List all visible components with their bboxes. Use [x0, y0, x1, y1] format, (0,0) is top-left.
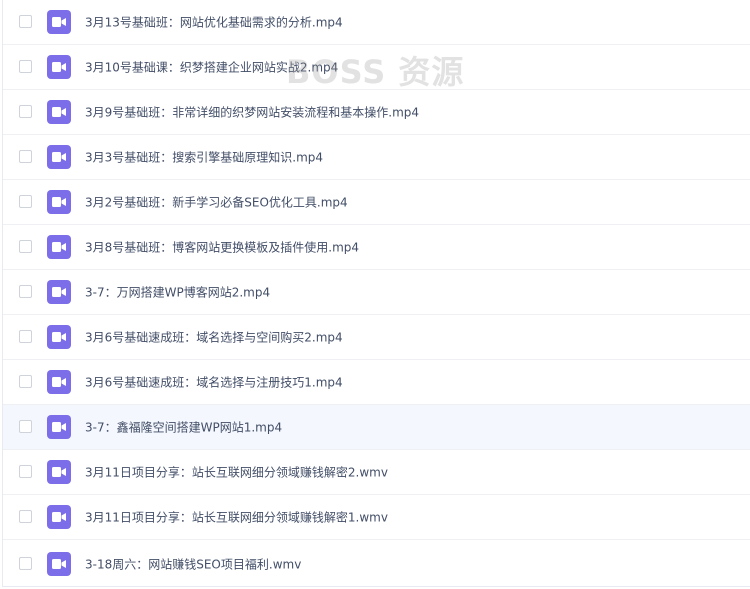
video-file-icon: [47, 10, 71, 34]
file-row[interactable]: 3月11日项目分享：站长互联网细分领域赚钱解密2.wmv: [3, 450, 750, 495]
file-name[interactable]: 3月11日项目分享：站长互联网细分领域赚钱解密1.wmv: [85, 509, 388, 526]
file-name[interactable]: 3-18周六：网站赚钱SEO项目福利.wmv: [85, 555, 301, 572]
video-file-icon: [47, 190, 71, 214]
row-checkbox[interactable]: [19, 195, 32, 208]
row-checkbox[interactable]: [19, 465, 32, 478]
file-name[interactable]: 3月10号基础课：织梦搭建企业网站实战2.mp4: [85, 59, 338, 76]
video-file-icon: [47, 370, 71, 394]
file-name[interactable]: 3-7：鑫福隆空间搭建WP网站1.mp4: [85, 419, 282, 436]
row-checkbox[interactable]: [19, 150, 32, 163]
file-name[interactable]: 3-7：万网搭建WP博客网站2.mp4: [85, 284, 270, 301]
row-checkbox[interactable]: [19, 556, 32, 570]
file-name[interactable]: 3月11日项目分享：站长互联网细分领域赚钱解密2.wmv: [85, 464, 388, 481]
file-name[interactable]: 3月3号基础班：搜索引擎基础原理知识.mp4: [85, 149, 323, 166]
row-checkbox[interactable]: [19, 510, 32, 523]
video-file-icon: [47, 100, 71, 124]
row-checkbox[interactable]: [19, 240, 32, 253]
file-name[interactable]: 3月9号基础班：非常详细的织梦网站安装流程和基本操作.mp4: [85, 104, 419, 121]
file-name[interactable]: 3月6号基础速成班：域名选择与注册技巧1.mp4: [85, 374, 343, 391]
row-checkbox[interactable]: [19, 60, 32, 73]
file-row[interactable]: 3月6号基础速成班：域名选择与空间购买2.mp4: [3, 315, 750, 360]
row-checkbox[interactable]: [19, 420, 32, 433]
video-file-icon: [47, 145, 71, 169]
video-file-icon: [47, 280, 71, 304]
file-row[interactable]: 3月8号基础班：博客网站更换模板及插件使用.mp4: [3, 225, 750, 270]
row-checkbox[interactable]: [19, 105, 32, 118]
file-row[interactable]: 3月11日项目分享：站长互联网细分领域赚钱解密1.wmv: [3, 495, 750, 540]
file-row[interactable]: 3月9号基础班：非常详细的织梦网站安装流程和基本操作.mp4: [3, 90, 750, 135]
file-name[interactable]: 3月8号基础班：博客网站更换模板及插件使用.mp4: [85, 239, 359, 256]
file-row[interactable]: 3月10号基础课：织梦搭建企业网站实战2.mp4: [3, 45, 750, 90]
video-file-icon: [47, 325, 71, 349]
video-file-icon: [47, 505, 71, 529]
file-name[interactable]: 3月6号基础速成班：域名选择与空间购买2.mp4: [85, 329, 343, 346]
row-checkbox[interactable]: [19, 330, 32, 343]
video-file-icon: [47, 460, 71, 484]
file-row[interactable]: 3月3号基础班：搜索引擎基础原理知识.mp4: [3, 135, 750, 180]
file-row[interactable]: 3月13号基础班：网站优化基础需求的分析.mp4: [3, 0, 750, 45]
file-row[interactable]: 3-18周六：网站赚钱SEO项目福利.wmv: [3, 540, 750, 587]
row-checkbox[interactable]: [19, 375, 32, 388]
video-file-icon: [47, 415, 71, 439]
file-row[interactable]: 3-7：鑫福隆空间搭建WP网站1.mp4: [3, 405, 750, 450]
file-row[interactable]: 3月2号基础班：新手学习必备SEO优化工具.mp4: [3, 180, 750, 225]
row-checkbox[interactable]: [19, 285, 32, 298]
file-list: 3月13号基础班：网站优化基础需求的分析.mp4 3月10号基础课：织梦搭建企业…: [2, 0, 750, 587]
file-name[interactable]: 3月2号基础班：新手学习必备SEO优化工具.mp4: [85, 194, 348, 211]
file-name[interactable]: 3月13号基础班：网站优化基础需求的分析.mp4: [85, 14, 343, 31]
video-file-icon: [47, 235, 71, 259]
row-checkbox[interactable]: [19, 15, 32, 28]
file-row[interactable]: 3月6号基础速成班：域名选择与注册技巧1.mp4: [3, 360, 750, 405]
file-row[interactable]: 3-7：万网搭建WP博客网站2.mp4: [3, 270, 750, 315]
video-file-icon: [47, 551, 71, 576]
video-file-icon: [47, 55, 71, 79]
